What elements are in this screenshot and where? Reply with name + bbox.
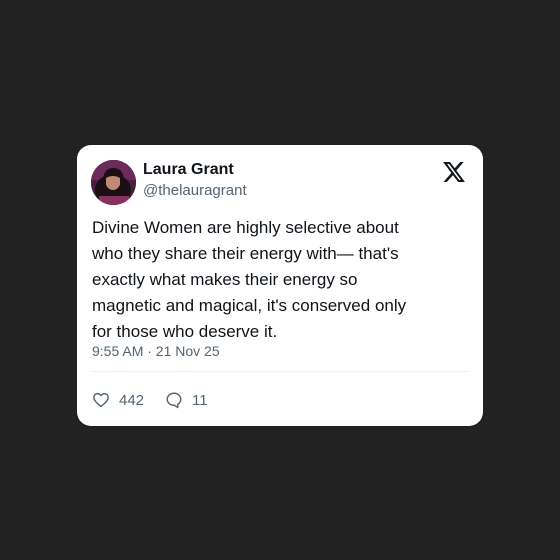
author-display-name[interactable]: Laura Grant (143, 161, 234, 179)
tweet-text-line: Divine Women are highly selective about (92, 218, 399, 237)
divider (91, 371, 469, 372)
tweet-text-line: for those who deserve it. (92, 322, 278, 341)
x-logo-icon[interactable] (443, 162, 465, 182)
tweet-actions: 442 11 (92, 388, 208, 412)
tweet-timestamp[interactable]: 9:55 AM · 21 Nov 25 (92, 343, 220, 359)
like-count: 442 (119, 391, 145, 409)
tweet-text-line: magnetic and magical, it's conserved onl… (92, 296, 407, 315)
like-button[interactable]: 442 (92, 391, 144, 409)
reply-count: 11 (192, 391, 208, 409)
avatar-image (91, 160, 136, 205)
tweet-text: Divine Women are highly selective about … (92, 215, 472, 345)
heart-icon (93, 392, 109, 408)
tweet-card: Laura Grant @thelauragrant Divine Women … (77, 145, 483, 426)
avatar[interactable] (91, 160, 136, 205)
tweet-text-line: who they share their energy with— that's (92, 244, 399, 263)
comment-bubble-icon (166, 392, 182, 409)
author-handle[interactable]: @thelauragrant (143, 182, 247, 199)
tweet-text-line: exactly what makes their energy so (92, 270, 358, 289)
reply-button[interactable]: 11 (165, 391, 208, 409)
